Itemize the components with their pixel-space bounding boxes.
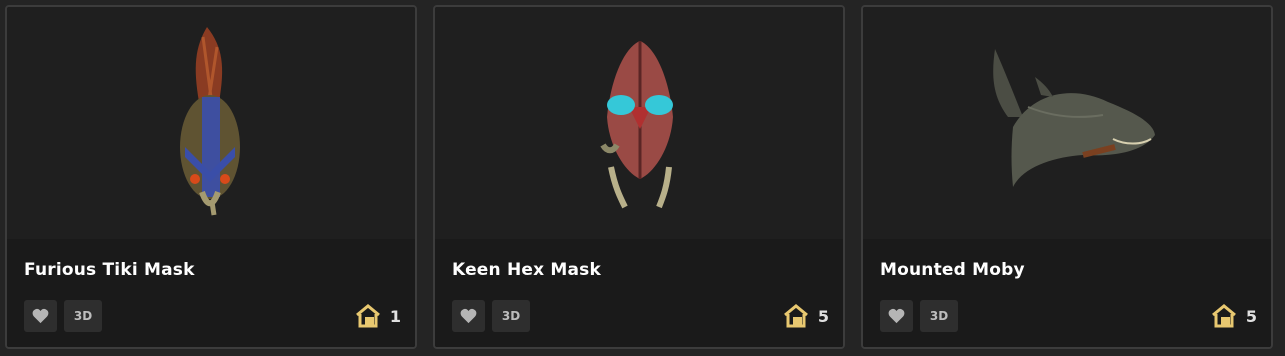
item-card[interactable]: Keen Hex Mask 3D 5 [433,5,845,349]
item-preview-image[interactable] [863,7,1271,239]
heart-icon [32,308,49,324]
item-card[interactable]: Mounted Moby 3D 5 [861,5,1273,349]
item-title[interactable]: Keen Hex Mask [452,260,601,280]
heart-icon [888,308,905,324]
item-preview-image[interactable] [7,7,415,239]
count-value: 1 [389,306,401,326]
view-3d-button[interactable]: 3D [492,300,530,332]
house-icon [783,304,808,328]
favorite-button[interactable] [24,300,57,332]
item-card[interactable]: Furious Tiki Mask 3D 1 [5,5,417,349]
shark-trophy-icon [993,49,1155,187]
favorite-button[interactable] [452,300,485,332]
view-3d-button[interactable]: 3D [920,300,958,332]
item-preview-image[interactable] [435,7,843,239]
count-value: 5 [1245,306,1257,326]
item-grid: Furious Tiki Mask 3D 1 Keen Hex Mask 3D … [0,0,1285,356]
item-info: Keen Hex Mask 3D 5 [435,239,843,347]
view-3d-button[interactable]: 3D [64,300,102,332]
hex-mask-icon [600,41,673,209]
item-info: Furious Tiki Mask 3D 1 [7,239,415,347]
item-info: Mounted Moby 3D 5 [863,239,1271,347]
heart-icon [460,308,477,324]
count-value: 5 [817,306,829,326]
tiki-mask-icon [180,27,240,216]
housing-count: 5 [782,303,829,329]
housing-count: 1 [354,303,401,329]
favorite-button[interactable] [880,300,913,332]
housing-count: 5 [1210,303,1257,329]
item-title[interactable]: Furious Tiki Mask [24,260,195,280]
item-title[interactable]: Mounted Moby [880,260,1025,280]
house-icon [355,304,380,328]
house-icon [1211,304,1236,328]
